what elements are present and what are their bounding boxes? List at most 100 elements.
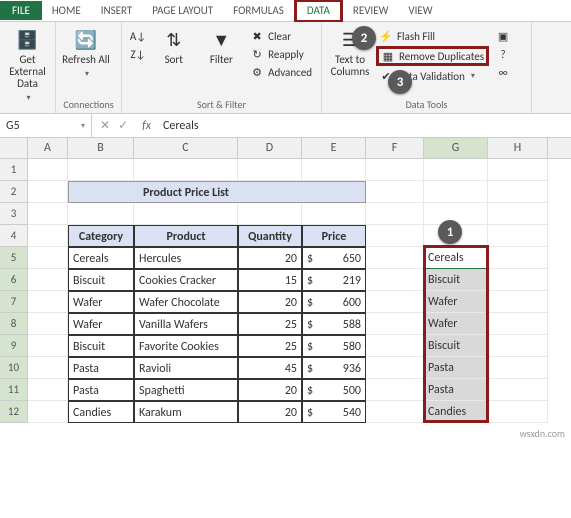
fx-icon[interactable]: fx bbox=[136, 119, 157, 133]
cell[interactable]: 25 bbox=[238, 335, 302, 357]
cell[interactable]: Biscuit bbox=[424, 269, 488, 291]
cell[interactable]: $650 bbox=[302, 247, 366, 269]
cell[interactable] bbox=[488, 291, 548, 313]
cell[interactable]: Favorite Cookies bbox=[134, 335, 238, 357]
col-header-H[interactable]: H bbox=[488, 138, 548, 158]
cell[interactable] bbox=[488, 269, 548, 291]
select-all-corner[interactable] bbox=[0, 138, 28, 158]
cell[interactable]: Candies bbox=[424, 401, 488, 423]
cell[interactable] bbox=[366, 379, 424, 401]
cell[interactable]: Pasta bbox=[424, 379, 488, 401]
cell[interactable]: Wafer Chocolate bbox=[134, 291, 238, 313]
cell[interactable]: Candies bbox=[68, 401, 134, 423]
cell[interactable] bbox=[488, 379, 548, 401]
consolidate-button[interactable]: ▣ bbox=[493, 28, 513, 44]
reapply-button[interactable]: ↻Reapply bbox=[247, 46, 315, 62]
cell[interactable]: Spaghetti bbox=[134, 379, 238, 401]
cell[interactable]: $588 bbox=[302, 313, 366, 335]
row-header[interactable]: 7 bbox=[0, 291, 28, 313]
cell[interactable] bbox=[366, 335, 424, 357]
cell[interactable]: $540 bbox=[302, 401, 366, 423]
cell[interactable] bbox=[488, 335, 548, 357]
row-header[interactable]: 2 bbox=[0, 181, 28, 203]
advanced-button[interactable]: ⚙Advanced bbox=[247, 64, 315, 80]
row-header[interactable]: 5 bbox=[0, 247, 28, 269]
cell[interactable] bbox=[488, 357, 548, 379]
cell[interactable]: 45 bbox=[238, 357, 302, 379]
row-header[interactable]: 9 bbox=[0, 335, 28, 357]
cell[interactable] bbox=[424, 159, 488, 181]
cell[interactable] bbox=[134, 203, 238, 225]
cell[interactable] bbox=[366, 181, 424, 203]
row-header[interactable]: 3 bbox=[0, 203, 28, 225]
cell[interactable]: Cookies Cracker bbox=[134, 269, 238, 291]
whatif-button[interactable]: ? bbox=[493, 46, 513, 62]
cell[interactable]: Wafer bbox=[68, 291, 134, 313]
cell[interactable]: 20 bbox=[238, 401, 302, 423]
cell[interactable] bbox=[28, 247, 68, 269]
cell[interactable]: Vanilla Wafers bbox=[134, 313, 238, 335]
formula-value[interactable]: Cereals bbox=[157, 119, 205, 133]
row-header[interactable]: 1 bbox=[0, 159, 28, 181]
cell[interactable] bbox=[68, 181, 134, 203]
cell[interactable] bbox=[366, 247, 424, 269]
cell[interactable]: Cereals bbox=[68, 247, 134, 269]
cell[interactable] bbox=[238, 159, 302, 181]
row-header[interactable]: 12 bbox=[0, 401, 28, 423]
tab-view[interactable]: VIEW bbox=[398, 1, 442, 20]
col-header-B[interactable]: B bbox=[68, 138, 134, 158]
cell[interactable] bbox=[302, 159, 366, 181]
cell[interactable]: 20 bbox=[238, 291, 302, 313]
sort-desc-button[interactable]: Z↓ bbox=[128, 46, 148, 62]
cell[interactable] bbox=[28, 269, 68, 291]
cell[interactable] bbox=[28, 313, 68, 335]
sort-button[interactable]: ⇅ Sort bbox=[152, 28, 196, 66]
tab-file[interactable]: FILE bbox=[0, 1, 42, 20]
cell[interactable] bbox=[488, 225, 548, 247]
tab-insert[interactable]: INSERT bbox=[91, 1, 143, 20]
cell[interactable]: Biscuit bbox=[424, 335, 488, 357]
cell[interactable] bbox=[28, 203, 68, 225]
cell[interactable] bbox=[366, 313, 424, 335]
cell[interactable] bbox=[28, 357, 68, 379]
tab-home[interactable]: HOME bbox=[42, 1, 91, 20]
cell[interactable] bbox=[488, 203, 548, 225]
sort-asc-button[interactable]: A↓ bbox=[128, 28, 148, 44]
cell[interactable] bbox=[28, 401, 68, 423]
cell[interactable] bbox=[366, 401, 424, 423]
enter-icon[interactable]: ✓ bbox=[118, 118, 128, 133]
tab-data[interactable]: DATA bbox=[294, 0, 343, 23]
col-header-E[interactable]: E bbox=[302, 138, 366, 158]
row-header[interactable]: 8 bbox=[0, 313, 28, 335]
row-header[interactable]: 4 bbox=[0, 225, 28, 247]
col-header-C[interactable]: C bbox=[134, 138, 238, 158]
cell[interactable]: Product bbox=[134, 225, 238, 247]
cell[interactable] bbox=[366, 225, 424, 247]
col-header-D[interactable]: D bbox=[238, 138, 302, 158]
cell[interactable] bbox=[134, 159, 238, 181]
cell[interactable]: $580 bbox=[302, 335, 366, 357]
cell[interactable]: Wafer bbox=[424, 313, 488, 335]
cell[interactable]: 25 bbox=[238, 313, 302, 335]
cell[interactable] bbox=[68, 159, 134, 181]
cell[interactable] bbox=[238, 203, 302, 225]
remove-duplicates-button[interactable]: ▦Remove Duplicates bbox=[376, 46, 489, 66]
col-header-F[interactable]: F bbox=[366, 138, 424, 158]
cell[interactable] bbox=[28, 291, 68, 313]
col-header-A[interactable]: A bbox=[28, 138, 68, 158]
cell[interactable]: 15 bbox=[238, 269, 302, 291]
cell[interactable]: $219 bbox=[302, 269, 366, 291]
cell[interactable]: Product Price List bbox=[134, 181, 238, 203]
cell[interactable]: Price bbox=[302, 225, 366, 247]
tab-review[interactable]: REVIEW bbox=[343, 1, 399, 20]
cell[interactable] bbox=[28, 335, 68, 357]
cell[interactable]: Cereals bbox=[424, 247, 488, 269]
cell[interactable] bbox=[302, 181, 366, 203]
cell[interactable]: Pasta bbox=[424, 357, 488, 379]
cell[interactable]: $500 bbox=[302, 379, 366, 401]
cell[interactable] bbox=[488, 247, 548, 269]
cell[interactable] bbox=[238, 181, 302, 203]
cell[interactable]: 20 bbox=[238, 379, 302, 401]
cell[interactable] bbox=[28, 181, 68, 203]
tab-page-layout[interactable]: PAGE LAYOUT bbox=[142, 1, 223, 20]
